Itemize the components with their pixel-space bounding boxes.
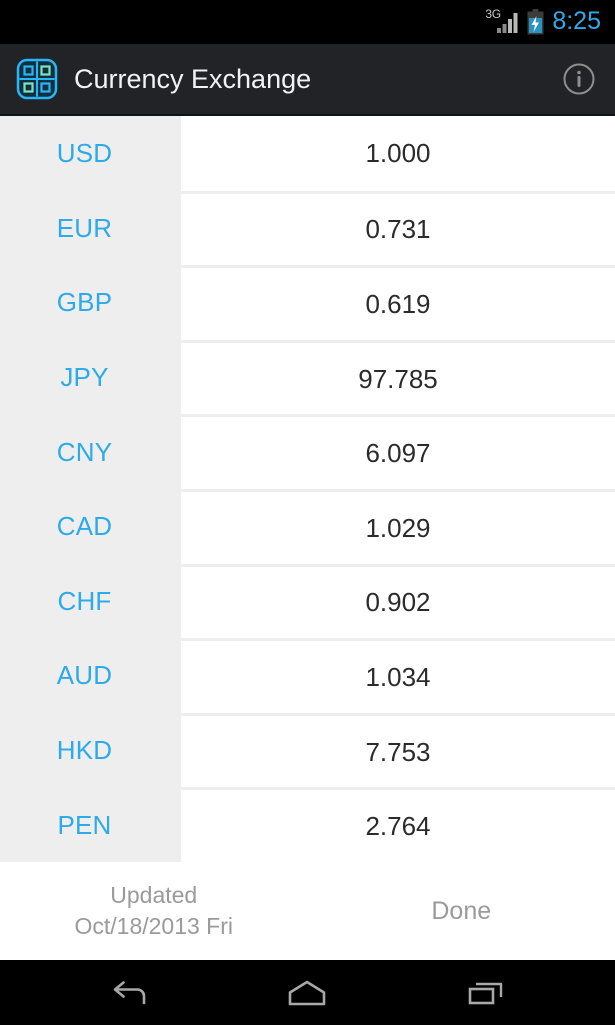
- currency-value: 1.029: [365, 512, 431, 543]
- currency-code-cell[interactable]: HKD: [0, 712, 181, 788]
- currency-value-cell[interactable]: 6.097: [181, 414, 615, 489]
- currency-code-cell[interactable]: CHF: [0, 563, 181, 639]
- table-row[interactable]: GBP 0.619: [0, 265, 615, 340]
- updated-label: Updated: [110, 882, 198, 908]
- currency-value-cell[interactable]: 7.753: [181, 712, 615, 788]
- currency-code-cell[interactable]: CAD: [0, 488, 181, 564]
- currency-code-cell[interactable]: GBP: [0, 265, 181, 340]
- table-row[interactable]: USD 1.000: [0, 116, 615, 191]
- currency-code: CAD: [56, 511, 113, 542]
- phone-screen: 3G 8:25 Currency Exchange USD 1.000 EUR …: [0, 0, 615, 1025]
- currency-code-cell[interactable]: USD: [0, 116, 181, 191]
- currency-code: CHF: [57, 585, 112, 616]
- currency-value: 1.000: [365, 138, 431, 169]
- android-navigation-bar: [0, 960, 615, 1025]
- currency-value: 0.731: [365, 214, 431, 245]
- table-row[interactable]: CHF 0.902: [0, 563, 615, 639]
- currency-value: 0.619: [365, 288, 431, 319]
- status-clock: 8:25: [552, 7, 601, 35]
- currency-code-cell[interactable]: PEN: [0, 787, 181, 862]
- recent-apps-button[interactable]: [450, 968, 522, 1018]
- currency-code-cell[interactable]: EUR: [0, 190, 181, 266]
- info-icon: [563, 63, 595, 95]
- table-row[interactable]: CAD 1.029: [0, 488, 615, 564]
- signal-strength-bars: [497, 13, 518, 33]
- currency-value-cell[interactable]: 0.902: [181, 563, 615, 639]
- currency-code-cell[interactable]: AUD: [0, 638, 181, 713]
- done-button-label: Done: [431, 896, 492, 925]
- currency-value-cell[interactable]: 0.619: [181, 265, 615, 340]
- info-button[interactable]: [557, 57, 601, 101]
- currency-value-cell[interactable]: 1.000: [181, 116, 615, 191]
- back-arrow-icon: [113, 980, 146, 1004]
- back-button[interactable]: [93, 968, 165, 1018]
- currency-code: GBP: [56, 287, 113, 318]
- action-bar: Currency Exchange: [0, 44, 615, 116]
- currency-exchange-app-icon: [16, 58, 58, 100]
- battery-charging-icon: [527, 9, 544, 35]
- table-row[interactable]: CNY 6.097: [0, 414, 615, 489]
- table-row[interactable]: AUD 1.034: [0, 638, 615, 713]
- currency-code: CNY: [56, 436, 113, 467]
- page-title: Currency Exchange: [74, 64, 312, 94]
- currency-value: 0.902: [365, 587, 431, 618]
- currency-code: AUD: [56, 660, 113, 691]
- currency-code: USD: [56, 138, 113, 169]
- footer-bar: Updated Oct/18/2013 Fri Done: [0, 862, 615, 960]
- currency-value-cell[interactable]: 0.731: [181, 190, 615, 266]
- currency-code: JPY: [60, 362, 109, 393]
- status-bar-icons: 3G 8:25: [485, 7, 601, 35]
- currency-value: 6.097: [365, 438, 431, 469]
- table-row[interactable]: HKD 7.753: [0, 712, 615, 788]
- currency-value-cell[interactable]: 97.785: [181, 339, 615, 415]
- currency-value: 97.785: [358, 363, 438, 394]
- exchange-rate-list[interactable]: USD 1.000 EUR 0.731 GBP 0.619 JPY 97.785…: [0, 116, 615, 862]
- currency-code: EUR: [56, 212, 113, 243]
- signal-bars-icon: 3G: [485, 8, 519, 35]
- table-row[interactable]: EUR 0.731: [0, 190, 615, 266]
- currency-value: 7.753: [365, 736, 431, 767]
- table-row[interactable]: JPY 97.785: [0, 339, 615, 415]
- done-button[interactable]: Done: [308, 897, 615, 926]
- updated-info: Updated Oct/18/2013 Fri: [0, 880, 308, 942]
- home-icon: [289, 980, 326, 1005]
- currency-value: 2.764: [365, 811, 431, 842]
- currency-code: HKD: [56, 735, 113, 766]
- table-row[interactable]: PEN 2.764: [0, 787, 615, 862]
- status-bar: 3G 8:25: [0, 0, 615, 44]
- currency-code-cell[interactable]: CNY: [0, 414, 181, 489]
- currency-value-cell[interactable]: 2.764: [181, 787, 615, 862]
- updated-date: Oct/18/2013 Fri: [74, 913, 234, 939]
- home-button[interactable]: [271, 968, 343, 1018]
- currency-value-cell[interactable]: 1.029: [181, 488, 615, 564]
- currency-code: PEN: [57, 809, 112, 840]
- recent-apps-icon: [468, 982, 503, 1004]
- currency-value-cell[interactable]: 1.034: [181, 638, 615, 713]
- currency-code-cell[interactable]: JPY: [0, 339, 181, 415]
- currency-value: 1.034: [365, 661, 431, 692]
